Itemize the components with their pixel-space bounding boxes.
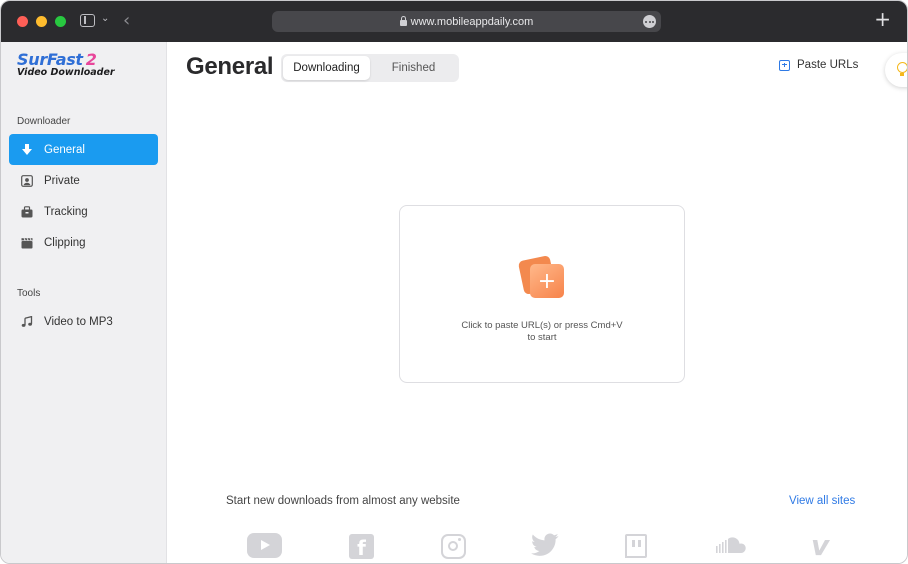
lock-icon [399,15,407,26]
section-label-tools: Tools [17,288,41,299]
dropzone-hint: Click to paste URL(s) or press Cmd+V to … [400,320,684,344]
vimeo-icon[interactable]: v [811,532,839,560]
add-square-icon [779,59,790,71]
twitch-icon[interactable] [625,534,647,558]
sidebar-item-video-to-mp3[interactable]: Video to MP3 [9,306,158,337]
sidebar-item-label: General [44,143,85,156]
tab-downloading[interactable]: Downloading [283,56,370,80]
logo-subtitle: Video Downloader [17,67,115,78]
new-tab-icon[interactable]: + [874,9,891,29]
window-controls [17,16,66,27]
site-icons-row: f v [167,531,907,561]
close-window-button[interactable] [17,16,28,27]
tab-finished[interactable]: Finished [370,56,457,80]
app-sidebar: SurFast 2 Video Downloader Downloader Gen… [1,42,167,563]
supported-sites-text: Start new downloads from almost any webs… [226,495,460,507]
tips-button[interactable] [885,53,907,87]
tab-bar: Downloading Finished [281,54,459,82]
twitter-icon[interactable] [531,533,559,557]
lightbulb-icon [897,62,907,76]
sidebar-item-clipping[interactable]: Clipping [9,227,158,258]
music-note-icon [21,315,33,328]
sidebar-item-label: Private [44,174,80,187]
dropzone-hint-line1: Click to paste URL(s) or press Cmd+V [461,320,623,331]
app-logo: SurFast 2 Video Downloader [17,50,115,78]
youtube-icon[interactable] [247,533,282,558]
facebook-icon[interactable]: f [349,534,374,560]
view-all-sites-link[interactable]: View all sites [789,495,855,507]
tracking-box-icon [21,205,33,218]
dropzone-hint-line2: to start [527,332,557,343]
paste-urls-label: Paste URLs [797,59,859,71]
sidebar-item-label: Tracking [44,205,88,218]
address-url: www.mobileappdaily.com [410,15,534,28]
back-icon[interactable]: ‹ [123,10,130,31]
sidebar-item-tracking[interactable]: Tracking [9,196,158,227]
more-options-icon[interactable] [643,15,656,28]
instagram-icon[interactable] [441,534,466,559]
browser-titlebar: ⌄ ‹ www.mobileappdaily.com + [1,1,907,42]
main-panel: General Downloading Finished Paste URLs … [167,42,907,563]
address-bar[interactable]: www.mobileappdaily.com [272,11,661,32]
fullscreen-window-button[interactable] [55,16,66,27]
paste-urls-button[interactable]: Paste URLs [779,59,858,71]
sidebar-toggle-icon[interactable] [80,14,95,27]
page-title: General [186,53,274,80]
section-label-downloader: Downloader [17,116,71,127]
sidebar-item-private[interactable]: Private [9,165,158,196]
private-user-icon [21,174,33,187]
chevron-down-icon[interactable]: ⌄ [101,13,109,24]
sidebar-item-label: Clipping [44,236,86,249]
browser-window: ⌄ ‹ www.mobileappdaily.com + SurFast 2 Vi… [0,0,908,564]
clapperboard-icon [21,237,33,249]
add-link-icon: + [517,255,566,300]
sidebar-item-label: Video to MP3 [44,315,113,328]
minimize-window-button[interactable] [36,16,47,27]
sidebar-item-general[interactable]: General [9,134,158,165]
soundcloud-icon[interactable] [714,536,746,556]
download-arrow-icon [21,143,33,156]
paste-dropzone[interactable]: + Click to paste URL(s) or press Cmd+V t… [399,205,685,383]
